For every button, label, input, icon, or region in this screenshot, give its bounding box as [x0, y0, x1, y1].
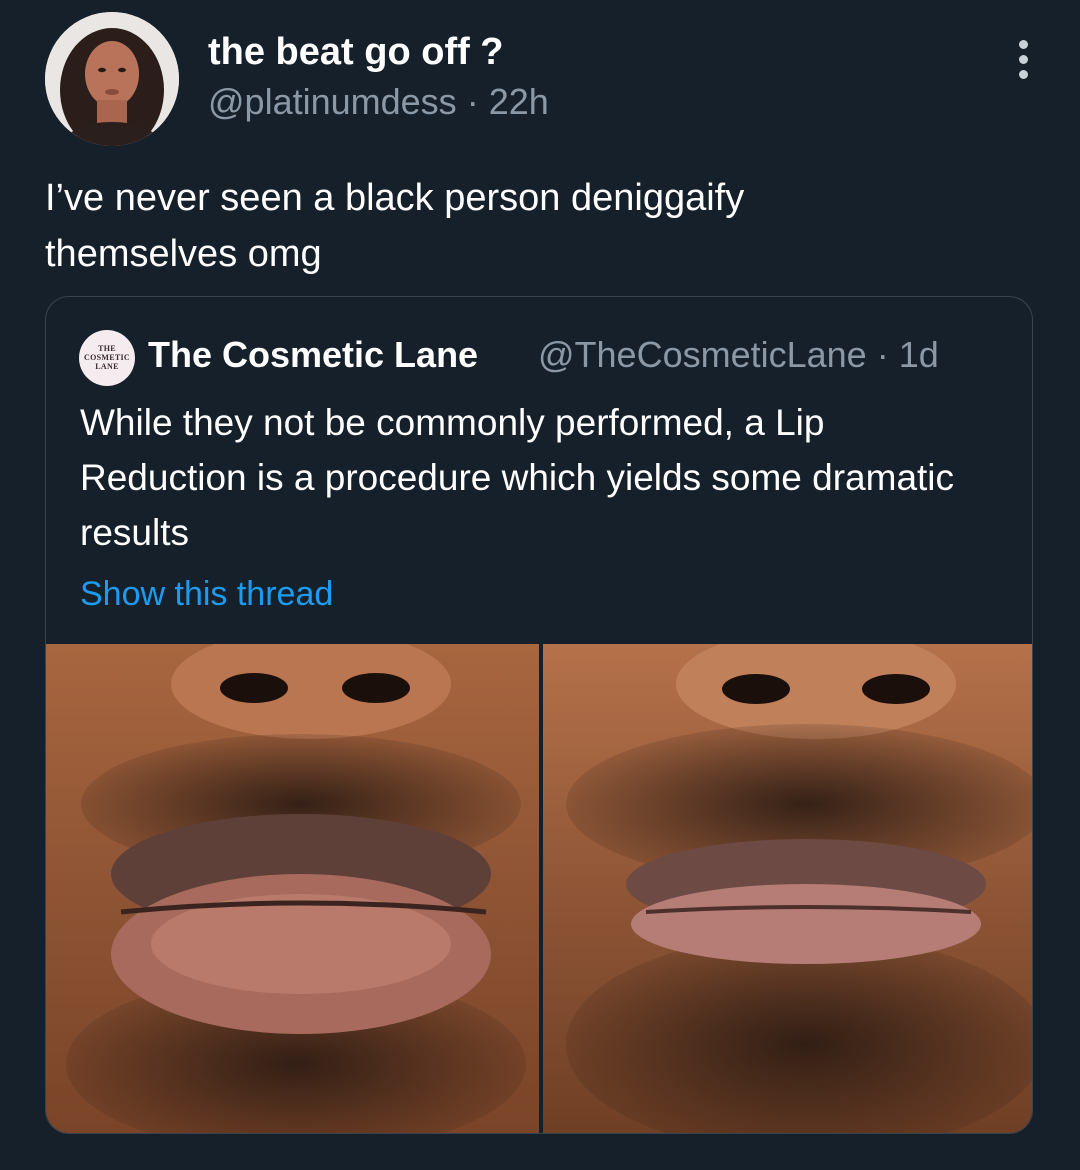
show-thread-link[interactable]: Show this thread: [80, 572, 333, 616]
media-grid: [46, 644, 1033, 1134]
quoted-media[interactable]: [46, 644, 1033, 1134]
quoted-handle[interactable]: @TheCosmeticLane: [538, 334, 867, 375]
tweet[interactable]: the beat go off ? @platinumdess · 22h I’…: [0, 0, 1080, 1170]
display-name[interactable]: the beat go off ?: [208, 30, 504, 74]
quoted-display-name[interactable]: The Cosmetic Lane: [148, 333, 478, 377]
quoted-tweet[interactable]: THE COSMETIC LANE The Cosmetic Lane @The…: [45, 296, 1033, 1134]
handle[interactable]: @platinumdess: [208, 81, 457, 122]
meta-separator: ·: [466, 81, 479, 122]
avatar[interactable]: [45, 12, 179, 146]
more-vertical-icon[interactable]: [1008, 40, 1038, 80]
quoted-avatar-logo: THE COSMETIC LANE: [84, 344, 130, 371]
after-photo[interactable]: [543, 644, 1033, 1134]
timestamp[interactable]: 22h: [489, 81, 549, 122]
quoted-meta-separator: ·: [876, 334, 889, 375]
quoted-text: While they not be commonly performed, a …: [80, 402, 955, 553]
tweet-text: I’ve never seen a black person deniggaif…: [45, 177, 745, 275]
tweet-meta: @platinumdess · 22h: [208, 80, 549, 124]
quoted-timestamp[interactable]: 1d: [899, 334, 939, 375]
quoted-meta: @TheCosmeticLane · 1d: [538, 333, 939, 377]
quoted-avatar[interactable]: THE COSMETIC LANE: [79, 330, 135, 386]
before-photo[interactable]: [46, 644, 539, 1134]
avatar-image: [45, 12, 179, 146]
